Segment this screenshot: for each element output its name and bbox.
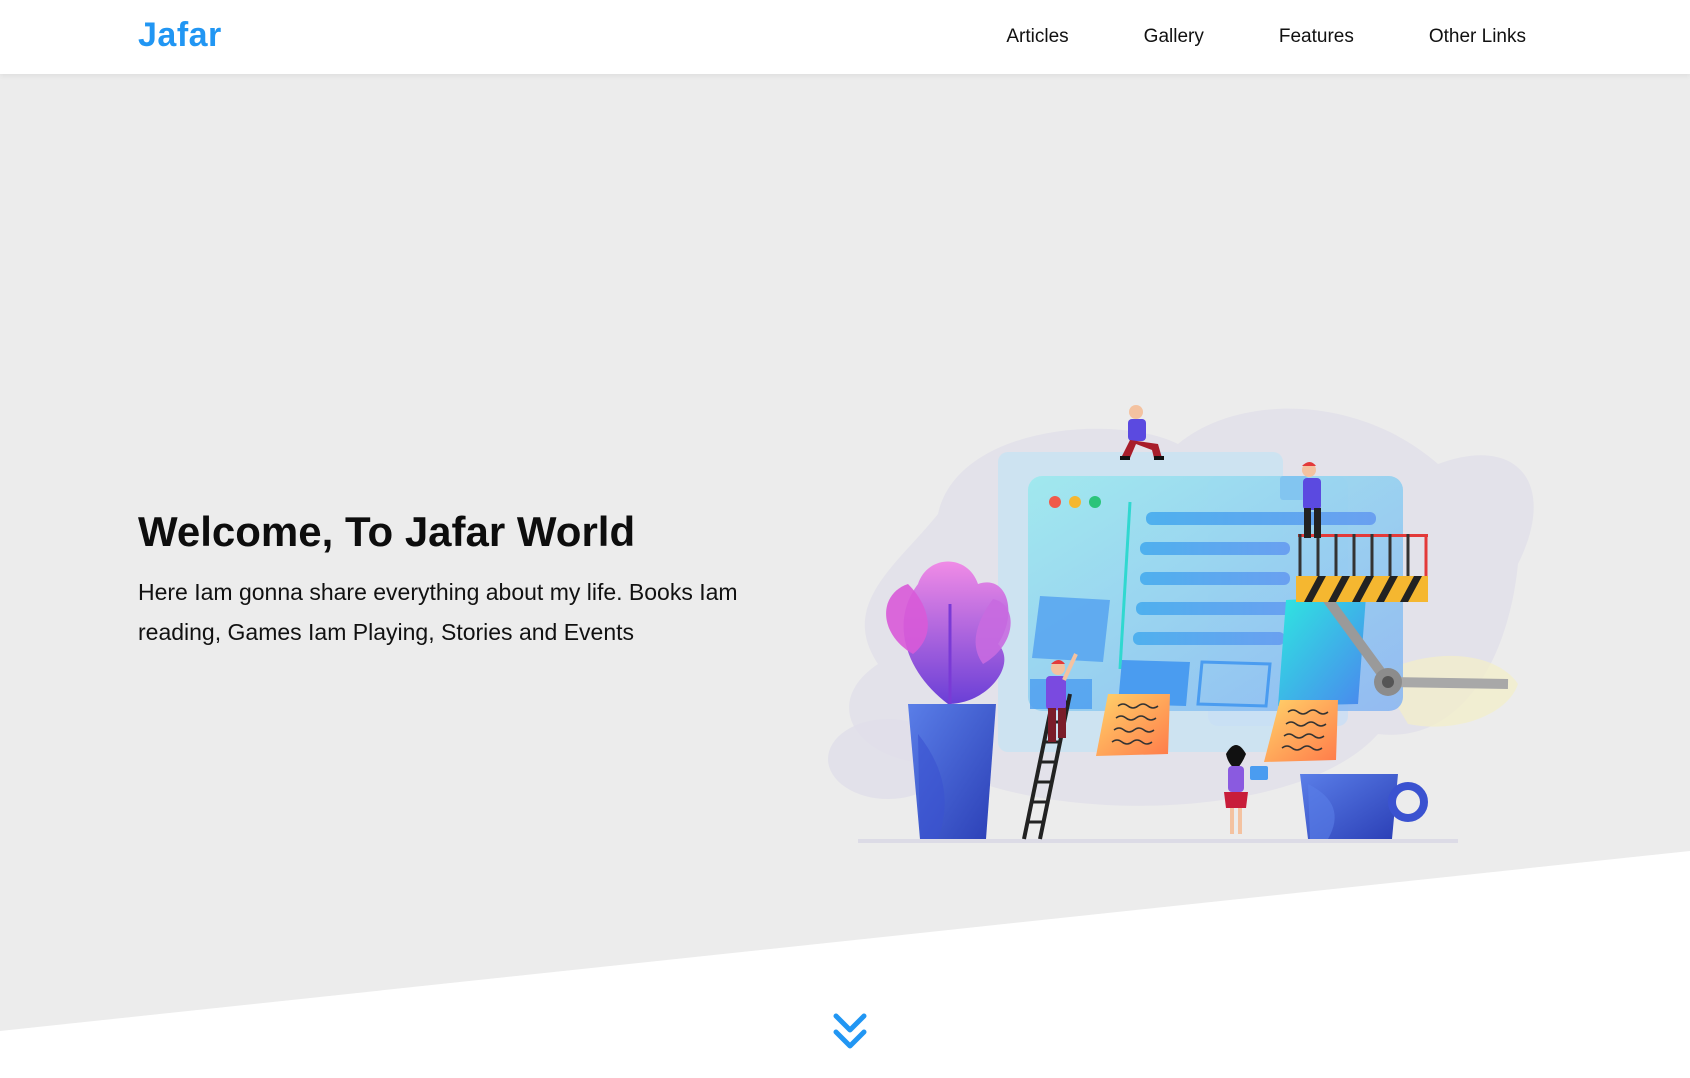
main-nav: Articles Gallery Features Other Links (1006, 26, 1526, 48)
site-logo[interactable]: Jafar (138, 16, 222, 55)
nav-link-gallery[interactable]: Gallery (1144, 26, 1204, 48)
double-chevron-down-icon[interactable] (828, 1010, 872, 1054)
hero-section: Welcome, To Jafar World Here Iam gonna s… (0, 74, 1690, 1078)
nav-link-articles[interactable]: Articles (1006, 26, 1068, 48)
nav-link-other-links[interactable]: Other Links (1429, 26, 1526, 48)
nav-link-features[interactable]: Features (1279, 26, 1354, 48)
site-header: Jafar Articles Gallery Features Other Li… (0, 0, 1690, 74)
hero-title: Welcome, To Jafar World (138, 508, 636, 555)
hero-description: Here Iam gonna share everything about my… (138, 579, 738, 645)
website-builders-illustration (828, 405, 1534, 843)
